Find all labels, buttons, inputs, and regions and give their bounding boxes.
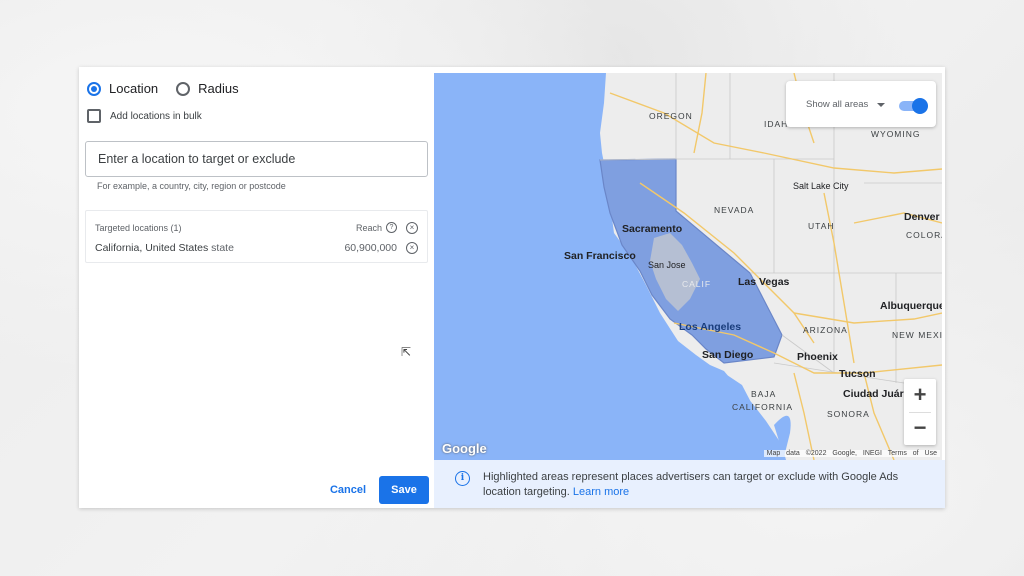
- info-banner: i Highlighted areas represent places adv…: [434, 460, 945, 508]
- targeted-location-name: California, United States: [95, 242, 209, 254]
- location-panel: Location Radius Add locations in bulk Fo…: [79, 67, 434, 508]
- zoom-out-button[interactable]: −: [904, 412, 936, 444]
- info-text-block: Highlighted areas represent places adver…: [483, 470, 923, 500]
- city-tucson: Tucson: [839, 368, 876, 380]
- map-view[interactable]: OREGON IDAH WYOMING NEVADA UTAH COLORA A…: [434, 73, 942, 460]
- location-type-group: Location Radius: [87, 81, 257, 96]
- map-label-sonora: SONORA: [827, 409, 870, 419]
- city-sacramento: Sacramento: [622, 223, 683, 235]
- info-message: Highlighted areas represent places adver…: [483, 471, 899, 498]
- map-label-idaho: IDAH: [764, 119, 789, 129]
- bulk-label[interactable]: Add locations in bulk: [110, 111, 202, 122]
- radius-radio[interactable]: [176, 81, 191, 96]
- targeted-location-row: California, United States state: [95, 242, 234, 254]
- remove-location-icon[interactable]: ×: [406, 242, 418, 254]
- mouse-pointer-icon: ⇱: [401, 345, 412, 359]
- map-label-baja: BAJA: [751, 389, 777, 399]
- bulk-checkbox[interactable]: [87, 109, 101, 123]
- location-search-input[interactable]: [85, 141, 428, 177]
- city-san-francisco: San Francisco: [564, 250, 636, 262]
- targeted-header: Targeted locations (1): [95, 223, 182, 233]
- info-icon: i: [455, 471, 470, 486]
- zoom-in-button[interactable]: +: [904, 379, 936, 411]
- map-label-california: CALIF: [682, 279, 712, 289]
- city-denver: Denver: [904, 211, 940, 223]
- show-all-areas-label[interactable]: Show all areas: [806, 99, 868, 110]
- city-san-diego: San Diego: [702, 349, 754, 361]
- dropdown-arrow-icon[interactable]: [877, 103, 885, 107]
- map-label-oregon: OREGON: [649, 111, 693, 121]
- learn-more-link[interactable]: Learn more: [573, 486, 629, 498]
- targeted-location-type: state: [211, 242, 234, 254]
- help-icon[interactable]: ?: [386, 222, 397, 233]
- city-albuquerque: Albuquerque: [880, 300, 942, 312]
- map-attribution: Map data ©2022 Google, INEGI Terms of Us…: [763, 450, 940, 457]
- map-data-credit: Map data ©2022 Google, INEGI: [766, 450, 882, 457]
- location-radio-label[interactable]: Location: [109, 81, 158, 96]
- city-los-angeles: Los Angeles: [679, 321, 742, 333]
- city-ciudad-juarez: Ciudad Juáre: [843, 388, 910, 400]
- map-label-nevada: NEVADA: [714, 205, 755, 215]
- city-phoenix: Phoenix: [797, 351, 838, 363]
- map-label-new-mexico: NEW MEXIC: [892, 330, 942, 340]
- targeted-locations-list: Targeted locations (1) Reach ? × Califor…: [85, 210, 428, 263]
- zoom-control: + −: [904, 379, 936, 445]
- city-salt-lake-city: Salt Lake City: [793, 181, 849, 191]
- terms-of-use-link[interactable]: Terms of Use: [888, 450, 937, 457]
- toggle-knob[interactable]: [912, 98, 928, 114]
- map-canvas: [434, 73, 942, 460]
- targeted-location-reach: 60,900,000: [344, 242, 397, 254]
- city-las-vegas: Las Vegas: [738, 276, 790, 288]
- google-logo: Google: [442, 441, 487, 456]
- show-all-areas-control[interactable]: Show all areas: [786, 81, 936, 127]
- map-label-utah: UTAH: [808, 221, 835, 231]
- map-label-arizona: ARIZONA: [803, 325, 848, 335]
- search-hint: For example, a country, city, region or …: [97, 181, 286, 191]
- map-label-baja-california: CALIFORNIA: [732, 402, 794, 412]
- cancel-button[interactable]: Cancel: [323, 476, 373, 504]
- remove-all-icon[interactable]: ×: [406, 222, 418, 234]
- save-button[interactable]: Save: [379, 476, 429, 504]
- location-dialog: Location Radius Add locations in bulk Fo…: [79, 67, 945, 508]
- radius-radio-label[interactable]: Radius: [198, 81, 238, 96]
- location-radio[interactable]: [87, 81, 101, 96]
- city-san-jose: San Jose: [648, 260, 686, 270]
- map-label-wyoming: WYOMING: [871, 129, 921, 139]
- reach-header: Reach ?: [356, 222, 397, 233]
- map-label-colorado: COLORA: [906, 230, 942, 240]
- bulk-row: Add locations in bulk: [87, 109, 202, 123]
- reach-label: Reach: [355, 222, 382, 233]
